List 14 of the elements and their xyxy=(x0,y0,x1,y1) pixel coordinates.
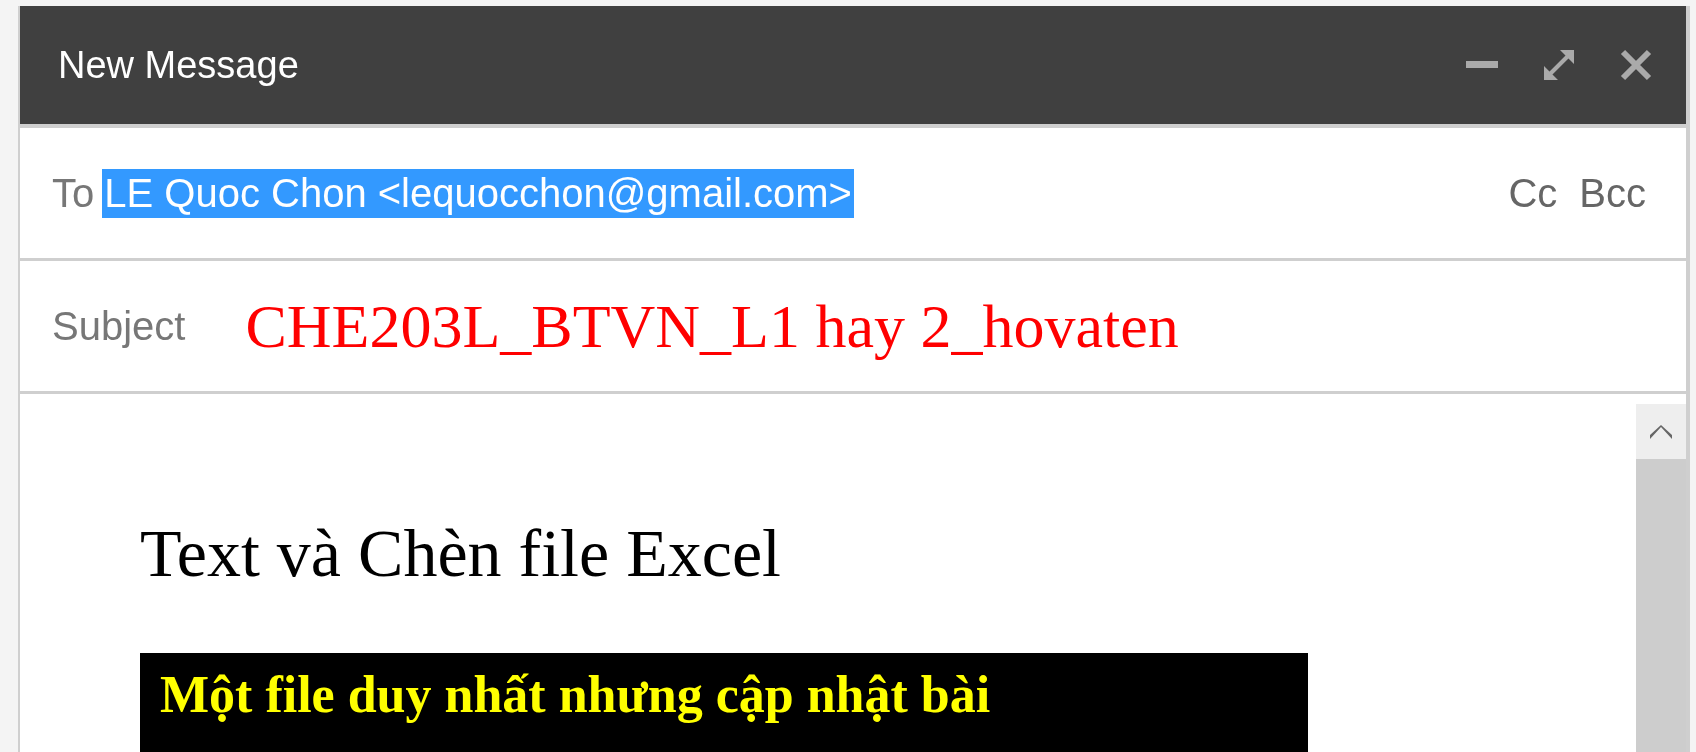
to-label: To xyxy=(52,170,95,216)
scrollbar[interactable] xyxy=(1636,404,1686,752)
scroll-up-icon[interactable] xyxy=(1636,404,1686,459)
note-text: Một file duy nhất nhưng cập nhật bài xyxy=(160,666,991,723)
window-title: New Message xyxy=(58,43,299,87)
recipient-link[interactable]: Bcc xyxy=(1579,170,1646,216)
close-icon[interactable] xyxy=(1620,49,1652,81)
recipient-link[interactable]: Cc xyxy=(1508,170,1558,216)
recipient-field[interactable]: LE Quoc Chon <lequocchon@gmail.com> xyxy=(102,168,854,218)
subject-label: Subject xyxy=(52,303,186,349)
body-heading: Text và Chèn file Excel xyxy=(140,514,782,593)
minimize-icon[interactable] xyxy=(1466,61,1498,69)
expand-icon[interactable] xyxy=(1542,48,1576,82)
subject-field[interactable]: CHE203L_BTVN_L1 hay 2_hovaten xyxy=(245,290,1179,362)
